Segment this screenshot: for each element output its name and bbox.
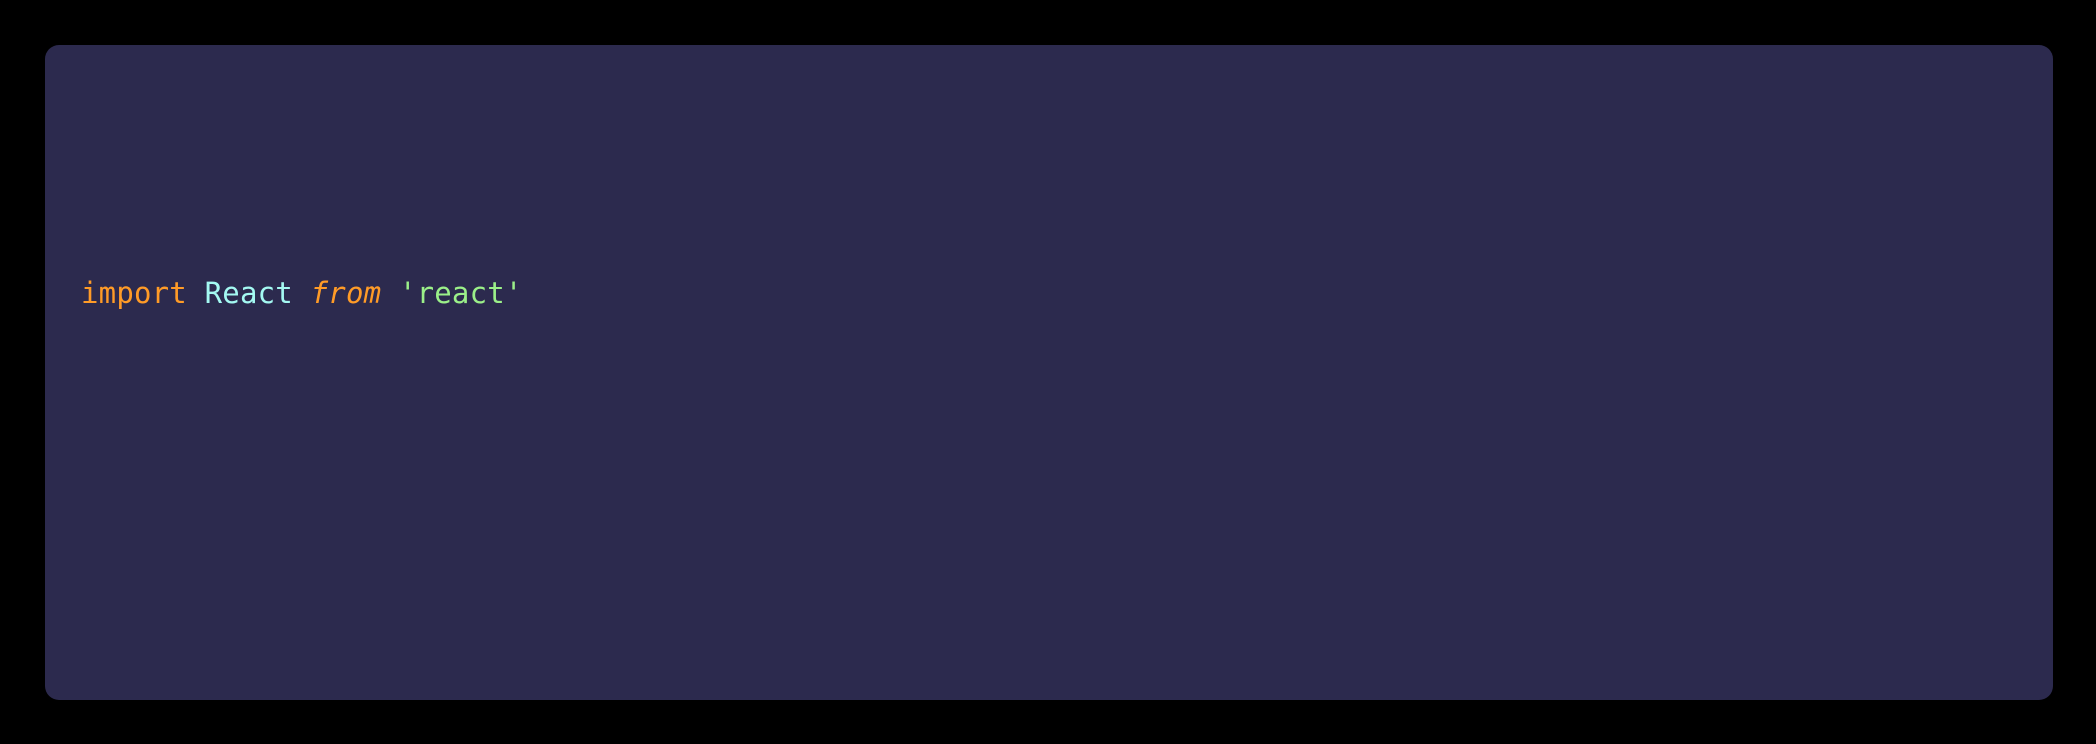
code-line-1: import React from 'react' xyxy=(81,269,2017,317)
token-react-identifier: React xyxy=(204,276,293,310)
token-from-keyword: from xyxy=(310,276,382,310)
token-react-module-string: 'react' xyxy=(398,276,523,310)
code-editor-content[interactable]: import React from 'react' export type TC… xyxy=(81,77,2017,700)
code-panel: import React from 'react' export type TC… xyxy=(45,45,2053,700)
token-import-keyword: import xyxy=(81,276,187,310)
code-line-2-blank xyxy=(81,509,2017,557)
screen-root: import React from 'react' export type TC… xyxy=(0,0,2096,744)
